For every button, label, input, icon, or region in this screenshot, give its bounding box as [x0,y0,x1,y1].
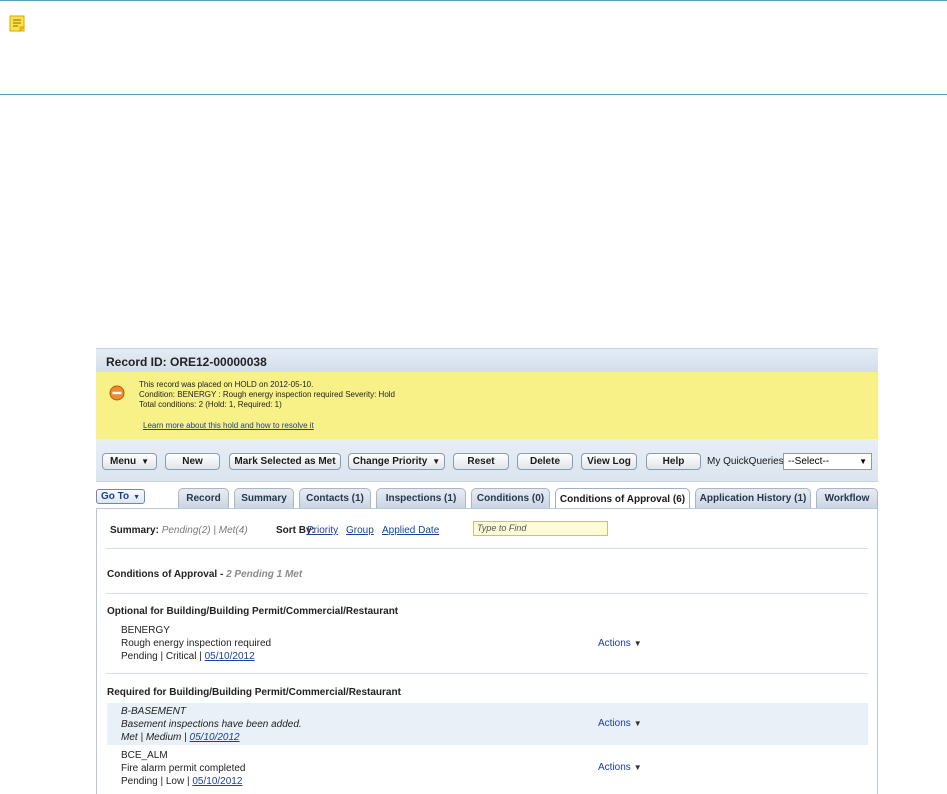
change-priority-button[interactable]: Change Priority ▼ [348,453,445,470]
condition-row-benergy: BENERGY Rough energy inspection required… [107,624,868,664]
tab-conditions[interactable]: Conditions (0) [471,488,550,508]
record-detail-panel: Record ID: ORE12-00000038 This record wa… [96,348,878,794]
menu-button-label: Menu [109,456,137,467]
menu-button[interactable]: Menu ▼ [102,453,157,470]
hold-line-date: This record was placed on HOLD on 2012-0… [139,380,314,389]
sort-applied-date-link[interactable]: Applied Date [382,525,439,536]
condition-code: BENERGY [121,625,170,636]
hold-notice: This record was placed on HOLD on 2012-0… [96,372,878,440]
help-button[interactable]: Help [646,453,701,470]
mark-selected-met-button[interactable]: Mark Selected as Met [229,453,341,470]
condition-status-line: Met | Medium | 05/10/2012 [121,731,868,744]
sort-priority-link[interactable]: Priority [307,525,338,536]
condition-description: Basement inspections have been added. [121,719,302,730]
quick-queries-label: My QuickQueries [707,456,784,467]
tab-inspections[interactable]: Inspections (1) [376,488,466,508]
hold-line-condition: Condition: BENERGY : Rough energy inspec… [139,390,395,399]
tab-application-history[interactable]: Application History (1) [695,488,811,508]
summary-filter: Summary: Pending(2) | Met(4) [110,525,248,536]
condition-row-bce-alm: BCE_ALM Fire alarm permit completed Pend… [107,747,868,789]
tab-conditions-of-approval[interactable]: Conditions of Approval (6) [555,488,690,509]
condition-status-line: Pending | Low | 05/10/2012 [121,775,868,788]
condition-date-link[interactable]: 05/10/2012 [190,732,240,743]
condition-description: Fire alarm permit completed [121,763,246,774]
group-heading-optional: Optional for Building/Building Permit/Co… [107,606,399,617]
actions-label: Actions [598,638,631,649]
delete-button[interactable]: Delete [517,453,573,470]
coa-heading-counts: 2 Pending 1 Met [226,569,303,580]
condition-status: Met | Medium | [121,732,190,743]
actions-label: Actions [598,718,631,729]
hold-line-totals: Total conditions: 2 (Hold: 1, Required: … [139,400,282,409]
actions-dropdown-icon: ▼ [633,639,642,648]
hold-stop-icon [109,385,125,401]
coa-heading-title: Conditions of Approval - [107,569,227,580]
condition-status-line: Pending | Critical | 05/10/2012 [121,650,868,663]
condition-status: Pending | Low | [121,776,193,787]
summary-pending-link[interactable]: Pending(2) [162,525,211,536]
condition-code: B-BASEMENT [121,706,187,717]
condition-date-link[interactable]: 05/10/2012 [192,776,242,787]
group-heading-required: Required for Building/Building Permit/Co… [107,687,401,698]
change-priority-label: Change Priority [352,456,428,467]
condition-date-link[interactable]: 05/10/2012 [205,651,255,662]
tab-contacts[interactable]: Contacts (1) [299,488,371,508]
tab-bar: Go To ▼ Record Summary Contacts (1) Inspe… [96,488,878,509]
hold-message: This record was placed on HOLD on 2012-0… [139,380,395,410]
new-button[interactable]: New [165,453,220,470]
condition-description: Rough energy inspection required [121,638,272,649]
summary-label: Summary: [110,525,159,536]
menu-dropdown-icon: ▼ [141,457,150,466]
summary-separator: | [210,525,219,536]
condition-row-b-basement: B-BASEMENT Basement inspections have bee… [107,703,868,745]
actions-dropdown-icon: ▼ [633,763,642,772]
note-icon [9,15,25,32]
reset-button[interactable]: Reset [453,453,509,470]
go-to-menu[interactable]: Go To ▼ [96,489,145,504]
action-toolbar: Menu ▼ New Mark Selected as Met Change P… [96,439,878,482]
quick-queries-value: --Select-- [788,456,830,467]
note-bar-bottom-border [0,94,947,95]
conditions-of-approval-panel: Summary: Pending(2) | Met(4) Sort By: Pr… [96,508,878,794]
tab-workflow[interactable]: Workflow [816,488,878,508]
go-to-label: Go To [101,491,130,502]
record-id-title: Record ID: ORE12-00000038 [106,355,267,369]
divider [106,673,868,674]
view-log-button[interactable]: View Log [581,453,637,470]
select-arrow-icon: ▼ [859,457,867,466]
record-header: Record ID: ORE12-00000038 [96,348,878,373]
hold-help-link[interactable]: Learn more about this hold and how to re… [143,421,314,430]
note-bar-top-border [0,0,947,1]
tab-summary[interactable]: Summary [234,488,294,508]
sort-group-link[interactable]: Group [346,525,374,536]
actions-menu[interactable]: Actions ▼ [598,718,642,729]
go-to-dropdown-icon: ▼ [133,494,141,501]
divider [106,548,868,549]
type-to-find-input[interactable]: Type to Find [473,521,608,536]
actions-menu[interactable]: Actions ▼ [598,638,642,649]
coa-heading: Conditions of Approval - 2 Pending 1 Met [107,569,302,580]
quick-queries-select[interactable]: --Select-- ▼ [783,453,872,470]
summary-met-link[interactable]: Met(4) [219,525,248,536]
condition-status: Pending | Critical | [121,651,205,662]
actions-label: Actions [598,762,631,773]
change-priority-dropdown-icon: ▼ [432,457,441,466]
actions-menu[interactable]: Actions ▼ [598,762,642,773]
condition-code: BCE_ALM [121,750,168,761]
divider [106,593,868,594]
tab-record[interactable]: Record [178,488,229,508]
actions-dropdown-icon: ▼ [633,719,642,728]
